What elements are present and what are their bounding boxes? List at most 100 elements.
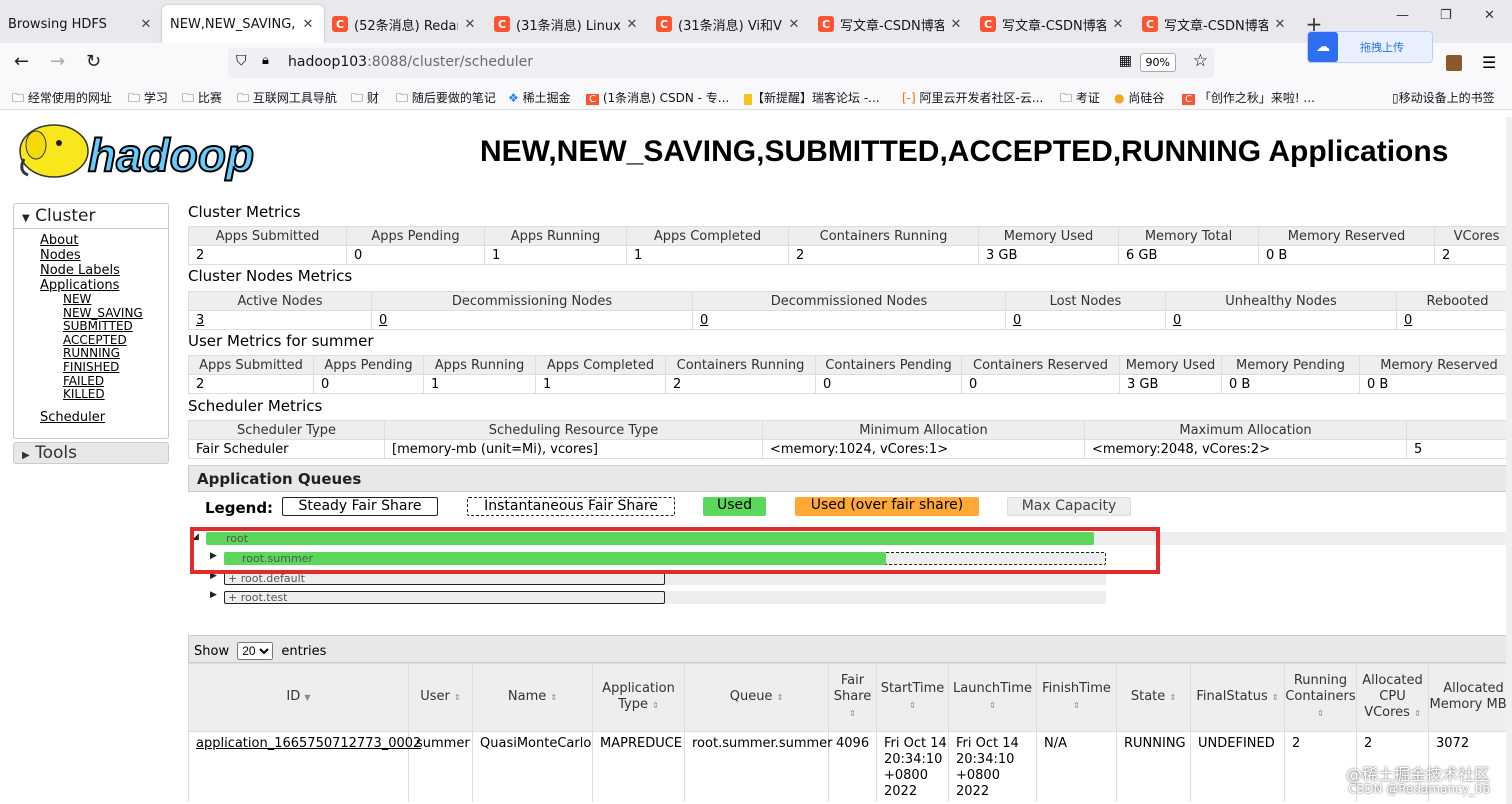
app-state-failed-link[interactable]: FAILED	[63, 374, 168, 389]
show-entries-bar: Show 20 entries	[188, 635, 1512, 663]
qr-code-icon[interactable]: ▦	[1119, 53, 1132, 69]
menu-icon[interactable]: ☰	[1482, 53, 1496, 72]
restore-icon[interactable]: ❐	[1440, 8, 1452, 23]
forward-icon[interactable]: →	[50, 51, 65, 72]
close-tab-icon[interactable]: ✕	[1110, 17, 1126, 32]
app-state-running-link[interactable]: RUNNING	[63, 347, 168, 361]
lost-nodes-link[interactable]: 0	[1013, 313, 1021, 328]
tab-csdn-2[interactable]: C (31条消息) Linux_R ✕	[486, 5, 648, 43]
nodes-metrics-table: Active Nodes Decommissioning Nodes Decommi…	[188, 291, 1512, 330]
bookmark-folder[interactable]: 🗀 经常使用的网址	[12, 89, 112, 110]
node-labels-link[interactable]: Node Labels	[40, 263, 168, 278]
queue-root-test-steady-share	[224, 591, 665, 604]
csdn-icon: C	[1142, 16, 1158, 32]
decommissioning-nodes-link[interactable]: 0	[379, 313, 387, 328]
upload-button[interactable]: ☁ 拖拽上传	[1307, 31, 1433, 63]
bookmark-link[interactable]: C 「创作之秋」来啦! ...	[1182, 89, 1315, 106]
app-state-submitted-link[interactable]: SUBMITTED	[63, 320, 168, 334]
entries-per-page-select[interactable]: 20	[237, 642, 274, 660]
bookmark-folder[interactable]: 🗀 互联网工具导航	[237, 89, 337, 110]
triangle-right-icon[interactable]: ▶	[210, 590, 217, 600]
bookmark-link[interactable]: ❖ 稀土掘金	[508, 89, 571, 106]
bookmark-link[interactable]: C (1条消息) CSDN - 专...	[586, 89, 729, 106]
table-header-row: Active Nodes Decommissioning Nodes Decommi…	[188, 291, 1512, 311]
nodes-link[interactable]: Nodes	[40, 248, 168, 263]
tools-toggle[interactable]: ▶ Tools	[13, 442, 169, 464]
about-link[interactable]: About	[40, 233, 168, 248]
close-window-icon[interactable]: ✕	[1484, 8, 1495, 23]
bookmark-folder[interactable]: 🗀 学习	[128, 89, 168, 110]
column-header-final-status[interactable]: FinalStatus ⇕	[1190, 663, 1285, 732]
bookmark-link[interactable]: [-] 阿里云开发者社区-云...	[902, 89, 1043, 106]
close-tab-icon[interactable]: ✕	[948, 17, 964, 32]
tab-csdn-6[interactable]: C 写文章-CSDN博客 ✕	[1134, 5, 1296, 43]
bookmark-link[interactable]: 【新提醒】瑞客论坛 -...	[744, 89, 880, 106]
bookmark-folder[interactable]: 🗀 随后要做的笔记	[396, 89, 496, 110]
cluster-toggle[interactable]: ▼ Cluster	[14, 204, 168, 229]
cluster-sidebar: ▼ Cluster About Nodes Node Labels Applic…	[13, 203, 169, 439]
column-header-launch-time[interactable]: LaunchTime ⇕	[948, 663, 1037, 732]
vertical-scrollbar[interactable]	[1506, 117, 1512, 804]
app-state-new-link[interactable]: NEW	[63, 292, 168, 307]
applications-link[interactable]: Applications	[40, 278, 168, 293]
app-state-finished-link[interactable]: FINISHED	[63, 360, 168, 375]
close-tab-icon[interactable]: ✕	[624, 17, 640, 32]
sort-icon: ⇕	[550, 693, 558, 702]
close-tab-icon[interactable]: ✕	[786, 17, 802, 32]
unhealthy-nodes-link[interactable]: 0	[1173, 313, 1181, 328]
app-state-accepted-link[interactable]: ACCEPTED	[63, 333, 168, 348]
close-tab-icon[interactable]: ✕	[462, 17, 478, 32]
tab-csdn-3[interactable]: C (31条消息) Vi和Vim ✕	[648, 5, 810, 43]
column-header-finish-time[interactable]: FinishTime ⇕	[1036, 663, 1117, 732]
user-metrics-table: Apps Submitted Apps Pending Apps Running Ap…	[188, 355, 1512, 394]
tab-csdn-5[interactable]: C 写文章-CSDN博客 ✕	[972, 5, 1134, 43]
tab-csdn-4[interactable]: C 写文章-CSDN博客 ✕	[810, 5, 972, 43]
column-header-application-type[interactable]: Application Type ⇕	[592, 663, 685, 732]
bookmark-folder[interactable]: 🗀 考证	[1060, 89, 1100, 110]
decommissioned-nodes-link[interactable]: 0	[700, 313, 708, 328]
bookmark-folder[interactable]: 🗀 比赛	[182, 89, 222, 110]
column-header-name[interactable]: Name ⇕	[472, 663, 593, 732]
column-header-id[interactable]: ID ▼	[188, 663, 409, 732]
rebooted-nodes-link[interactable]: 0	[1404, 313, 1412, 328]
lock-icon[interactable]: 🔒︎	[262, 53, 269, 68]
column-header-state[interactable]: State ⇕	[1116, 663, 1191, 732]
triangle-right-icon: ▶	[22, 450, 30, 461]
bookmark-star-icon[interactable]: ☆	[1193, 51, 1208, 71]
app-state-new-saving-link[interactable]: NEW_SAVING	[63, 306, 168, 321]
table-header-row: Apps Submitted Apps Pending Apps Running Ap…	[188, 355, 1512, 375]
active-nodes-link[interactable]: 3	[196, 313, 204, 328]
close-tab-icon[interactable]: ✕	[1272, 17, 1288, 32]
reload-icon[interactable]: ↻	[86, 51, 101, 72]
zoom-level[interactable]: 90%	[1139, 53, 1176, 72]
column-header-user[interactable]: User ⇕	[408, 663, 473, 732]
app-state-killed-link[interactable]: KILLED	[63, 388, 168, 402]
url-bar[interactable]: ⛉ 🔒︎ hadoop103:8088/cluster/scheduler ▦ …	[228, 48, 1214, 78]
tab-browsing-hdfs[interactable]: Browsing HDFS ✕	[0, 5, 162, 43]
tab-scheduler[interactable]: NEW,NEW_SAVING,SU ✕	[162, 5, 324, 43]
bookmark-link[interactable]: ● 尚硅谷	[1114, 89, 1164, 106]
column-header-allocated-memory[interactable]: Allocated Memory MB ⇕	[1428, 663, 1512, 732]
legend-max-capacity: Max Capacity	[1007, 497, 1131, 516]
hadoop-logo[interactable]: hadoop	[14, 119, 282, 183]
column-header-allocated-vcores[interactable]: Allocated CPU VCores ⇕	[1356, 663, 1429, 732]
scheduler-link[interactable]: Scheduler	[40, 410, 168, 425]
close-tab-icon[interactable]: ✕	[138, 17, 154, 32]
application-id-link[interactable]: application_1665750712773_0002	[196, 736, 421, 751]
minimize-icon[interactable]: —	[1396, 8, 1409, 23]
close-tab-icon[interactable]: ✕	[300, 17, 316, 32]
avatar[interactable]	[1446, 55, 1462, 71]
bookmark-folder[interactable]: 🗀 财	[351, 89, 379, 110]
tab-csdn-1[interactable]: C (52条消息) Redama ✕	[324, 5, 486, 43]
table-row: Fair Scheduler [memory-mb (unit=Mi), vcor…	[188, 439, 1512, 459]
scheduler-metrics-title: Scheduler Metrics	[188, 397, 323, 415]
back-icon[interactable]: ←	[14, 51, 29, 72]
column-header-running-containers[interactable]: Running Containers ⇕	[1284, 663, 1357, 732]
sort-icon: ⇕	[1317, 709, 1324, 718]
shield-icon[interactable]: ⛉	[236, 53, 247, 69]
column-header-queue[interactable]: Queue ⇕	[684, 663, 829, 732]
column-header-fair-share[interactable]: Fair Share ⇕	[828, 663, 877, 732]
bookmark-folder[interactable]: ▯移动设备上的书签	[1392, 89, 1495, 106]
application-queues-header[interactable]: Application Queues	[188, 465, 1512, 492]
column-header-start-time[interactable]: StartTime ⇕	[876, 663, 949, 732]
